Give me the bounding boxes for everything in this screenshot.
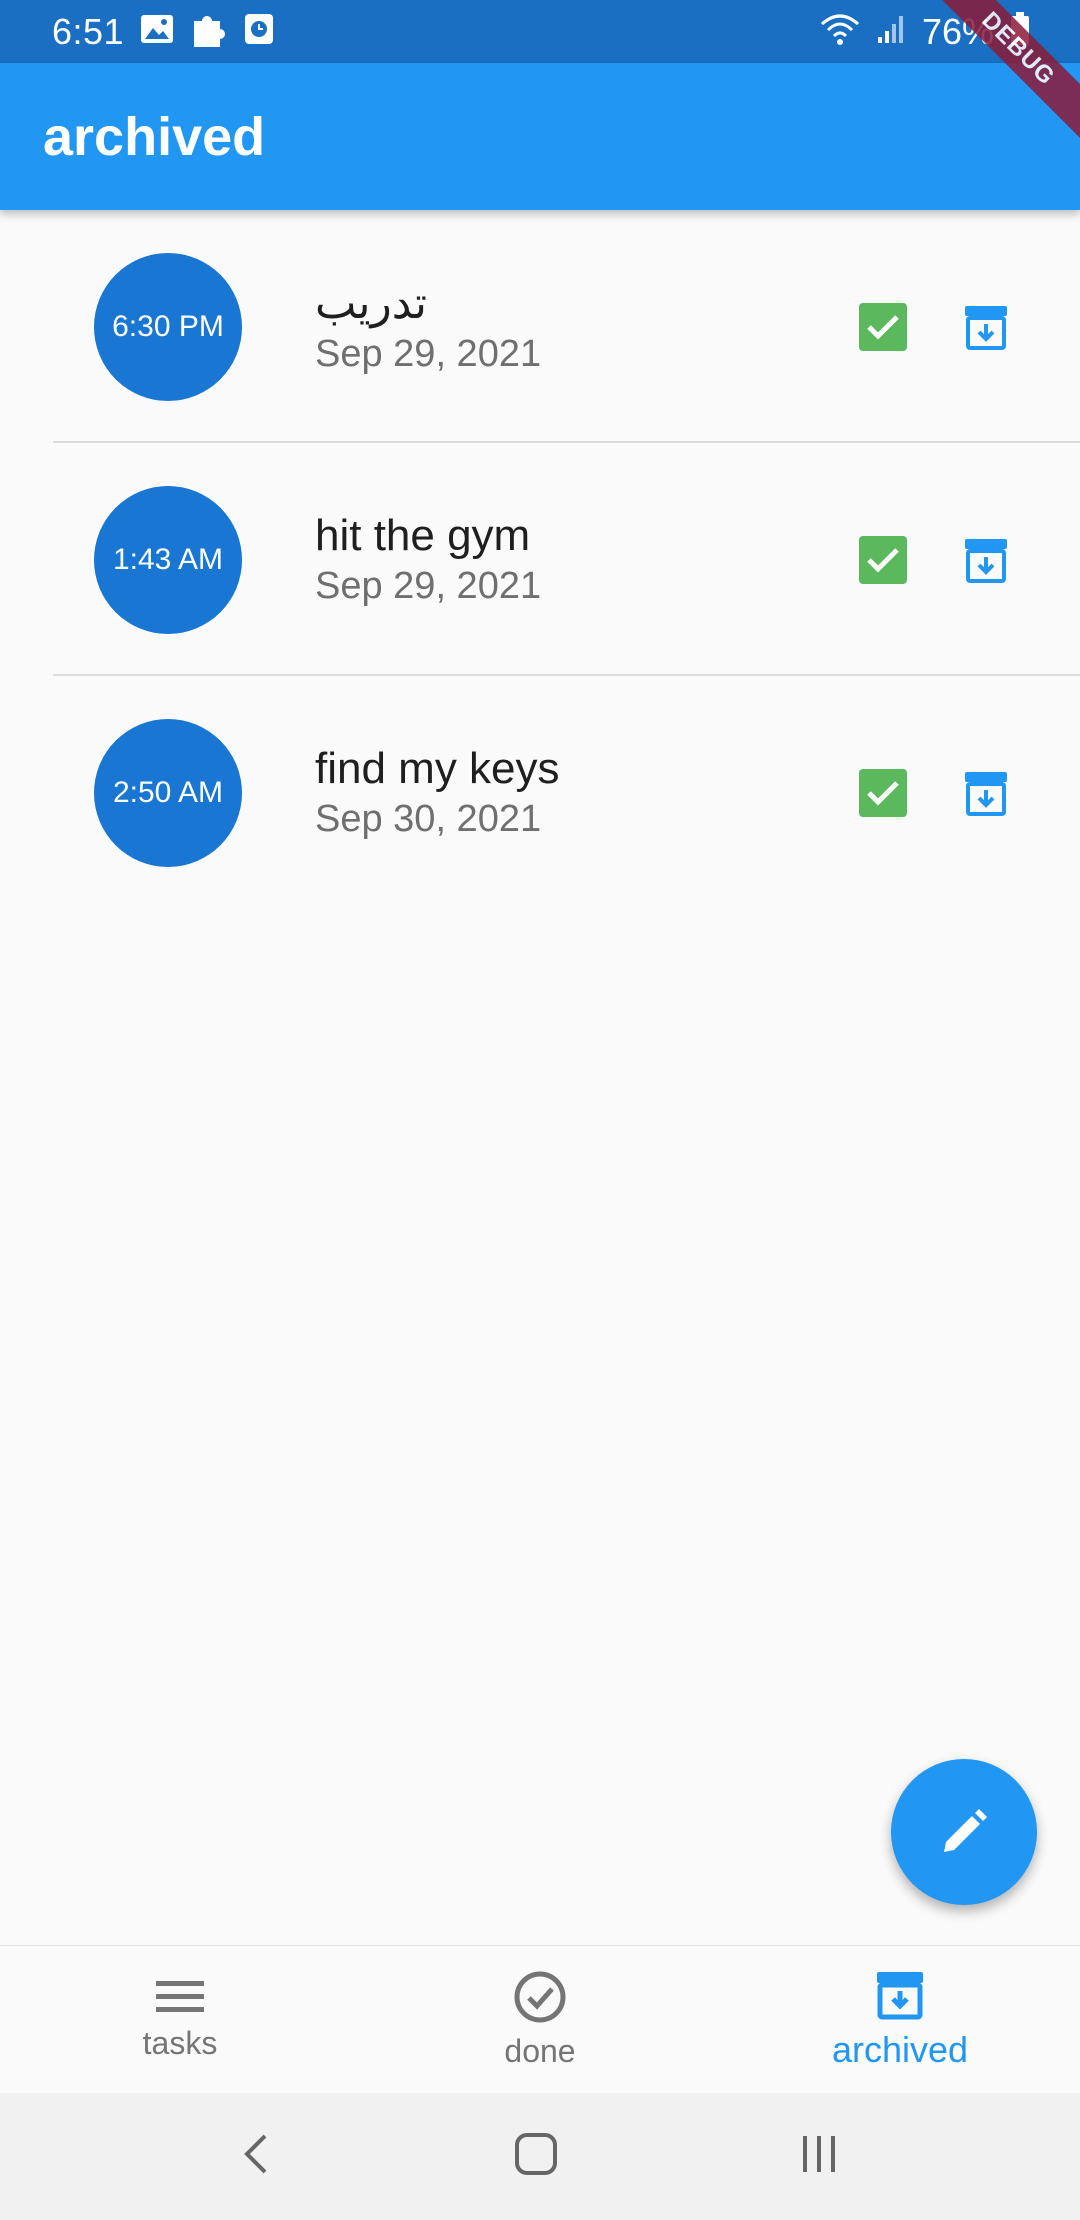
task-title: find my keys xyxy=(315,744,560,793)
nav-label: done xyxy=(504,2033,576,2069)
task-time-badge: 1:43 AM xyxy=(94,485,242,634)
archive-icon xyxy=(965,538,1007,583)
task-title: تدريب xyxy=(315,278,428,328)
archive-button[interactable] xyxy=(960,534,1012,586)
task-text: hit the gym Sep 29, 2021 xyxy=(315,511,541,608)
task-row[interactable]: 6:30 PM تدريب Sep 29, 2021 xyxy=(0,210,1080,443)
task-row[interactable]: 2:50 AM find my keys Sep 30, 2021 xyxy=(0,676,1080,909)
wifi-icon xyxy=(820,12,860,51)
archive-icon xyxy=(877,1971,923,2019)
clock-icon xyxy=(244,13,274,50)
archive-button[interactable] xyxy=(960,767,1012,819)
check-circle-icon xyxy=(514,1971,566,2023)
archive-icon xyxy=(965,305,1007,350)
checkmark-icon xyxy=(867,547,899,573)
task-date: Sep 30, 2021 xyxy=(315,798,542,840)
puzzle-icon xyxy=(190,9,228,54)
recents-icon[interactable] xyxy=(795,2130,843,2183)
task-list: 6:30 PM تدريب Sep 29, 2021 1:43 AM hit t… xyxy=(0,210,1080,909)
status-time: 6:51 xyxy=(52,10,125,52)
nav-label: archived xyxy=(831,2028,969,2070)
archive-button[interactable] xyxy=(960,301,1012,353)
edit-fab-button[interactable] xyxy=(891,1759,1037,1905)
home-icon[interactable] xyxy=(512,2130,560,2183)
bottom-nav: tasks done archived xyxy=(0,1945,1080,2093)
pencil-icon xyxy=(944,1809,987,1852)
task-date: Sep 29, 2021 xyxy=(315,332,542,375)
image-icon xyxy=(140,14,174,49)
nav-item-archived[interactable]: archived xyxy=(720,1946,1080,2093)
page-title: archived xyxy=(43,106,266,167)
nav-label: tasks xyxy=(142,2025,218,2061)
nav-item-tasks[interactable]: tasks xyxy=(0,1946,360,2093)
system-nav-bar xyxy=(0,2093,1080,2220)
signal-icon xyxy=(876,13,906,50)
task-row[interactable]: 1:43 AM hit the gym Sep 29, 2021 xyxy=(0,443,1080,676)
task-title: hit the gym xyxy=(315,511,531,560)
checkmark-icon xyxy=(867,314,899,340)
mark-done-button[interactable] xyxy=(859,302,907,351)
task-text: تدريب Sep 29, 2021 xyxy=(315,278,541,376)
menu-icon xyxy=(156,1981,204,2012)
mark-done-button[interactable] xyxy=(859,535,907,584)
back-icon[interactable] xyxy=(237,2130,277,2183)
mark-done-button[interactable] xyxy=(859,768,907,817)
task-time-badge: 2:50 AM xyxy=(94,718,242,867)
app-bar: archived xyxy=(0,63,1080,210)
task-time-badge: 6:30 PM xyxy=(94,252,242,401)
archive-icon xyxy=(965,771,1007,816)
status-bar: 6:51 76% xyxy=(0,0,1080,63)
task-text: find my keys Sep 30, 2021 xyxy=(315,744,560,841)
task-date: Sep 29, 2021 xyxy=(315,565,542,607)
checkmark-icon xyxy=(867,780,899,806)
nav-item-done[interactable]: done xyxy=(360,1946,720,2093)
